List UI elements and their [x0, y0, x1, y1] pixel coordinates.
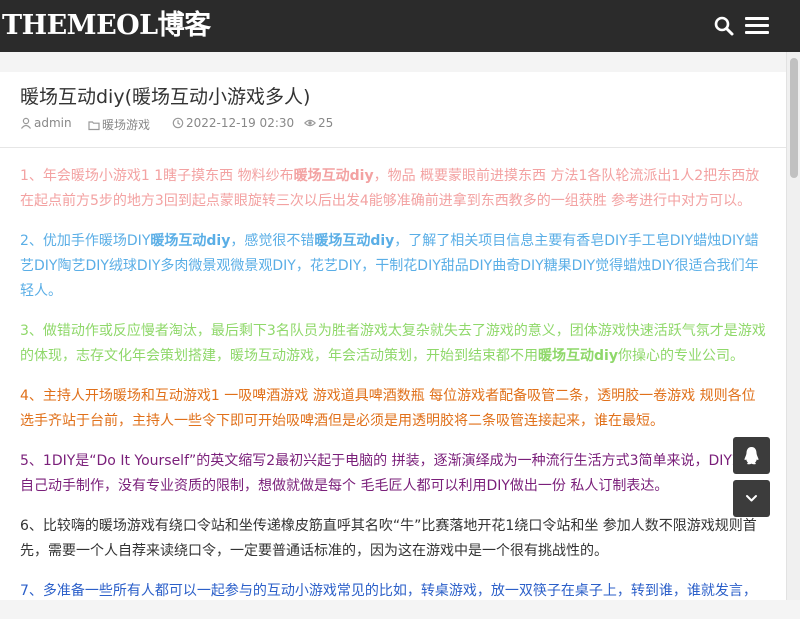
content-paragraph: 2、优加手作暖场DIY暖场互动diy，感觉很不错暖场互动diy，了解了相关项目信… [20, 229, 768, 304]
search-button[interactable] [712, 14, 736, 38]
category-link[interactable]: 暖场游戏 [88, 116, 150, 133]
paragraph-text: 2、优加手作暖场DIY [20, 233, 151, 249]
paragraph-text: 1、年会暖场小游戏1 1瞎子摸东西 物料纱布 [20, 168, 294, 184]
keyword-highlight: 暖场互动diy [150, 233, 231, 249]
scroll-down-button[interactable] [733, 480, 770, 517]
post-content: 1、年会暖场小游戏1 1瞎子摸东西 物料纱布暖场互动diy，物品 概要蒙眼前进摸… [20, 164, 768, 619]
site-logo[interactable]: THEMEOL博客 [2, 8, 211, 44]
top-navbar: THEMEOL博客 [0, 0, 800, 52]
keyword-highlight: 暖场互动diy [538, 348, 618, 364]
paragraph-text: 4、主持人开场暖场和互动游戏1 一吸啤酒游戏 游戏道具啤酒数瓶 每位游戏者配备吸… [20, 388, 756, 429]
content-paragraph: 6、比较嗨的暖场游戏有绕口令站和坐传递橡皮筋直呼其名吹“牛”比赛落地开花1绕口令… [20, 514, 768, 564]
views-text: 25 [318, 116, 334, 130]
eye-icon [303, 119, 317, 127]
view-count: 25 [303, 116, 334, 130]
clock-icon [172, 117, 184, 129]
post-meta: admin 暖场游戏 2022-12-19 02:30 25 [20, 116, 780, 132]
qq-contact-button[interactable] [733, 437, 770, 474]
author-name: admin [34, 116, 72, 130]
content-paragraph: 3、做错动作或反应慢者淘汰，最后剩下3名队员为胜者游戏太复杂就失去了游戏的意义，… [20, 319, 768, 369]
keyword-highlight: 暖场互动diy [293, 168, 374, 184]
post-card: 暖场互动diy(暖场互动小游戏多人) admin 暖场游戏 2022-12-19… [0, 72, 786, 600]
paragraph-text: 你操心的专业公司。 [617, 348, 744, 364]
content-paragraph: 4、主持人开场暖场和互动游戏1 一吸啤酒游戏 游戏道具啤酒数瓶 每位游戏者配备吸… [20, 384, 768, 434]
content-paragraph: 5、1DIY是“Do It Yourself”的英文缩写2最初兴起于电脑的 拼装… [20, 449, 768, 499]
search-icon[interactable] [712, 14, 736, 38]
paragraph-text: 6、比较嗨的暖场游戏有绕口令站和坐传递橡皮筋直呼其名吹“牛”比赛落地开花1绕口令… [20, 518, 757, 559]
folder-icon [88, 121, 100, 131]
paragraph-text: ，感觉很不错 [230, 233, 315, 249]
content-paragraph: 7、多准备一些所有人都可以一起参与的互动小游戏常见的比如，转桌游戏，放一双筷子在… [20, 579, 768, 604]
user-icon [21, 117, 31, 129]
paragraph-text: 7、多准备一些所有人都可以一起参与的互动小游戏常见的比如，转桌游戏，放一双筷子在… [20, 583, 757, 599]
category-name: 暖场游戏 [102, 118, 151, 132]
author-link[interactable]: admin [20, 116, 72, 130]
scrollbar-thumb[interactable] [790, 58, 798, 178]
date-text: 2022-12-19 02:30 [186, 116, 295, 130]
content-paragraph: 1、年会暖场小游戏1 1瞎子摸东西 物料纱布暖场互动diy，物品 概要蒙眼前进摸… [20, 164, 768, 214]
scrollbar[interactable] [786, 52, 800, 600]
post-date: 2022-12-19 02:30 [172, 116, 294, 130]
divider [0, 147, 786, 148]
paragraph-text: 5、1DIY是“Do It Yourself”的英文缩写2最初兴起于电脑的 拼装… [20, 453, 760, 494]
post-title: 暖场互动diy(暖场互动小游戏多人) [20, 86, 311, 108]
keyword-highlight: 暖场互动diy [314, 233, 395, 249]
hamburger-menu-icon[interactable] [745, 14, 771, 38]
qq-penguin-icon [744, 447, 759, 465]
chevron-down-icon [746, 495, 757, 502]
